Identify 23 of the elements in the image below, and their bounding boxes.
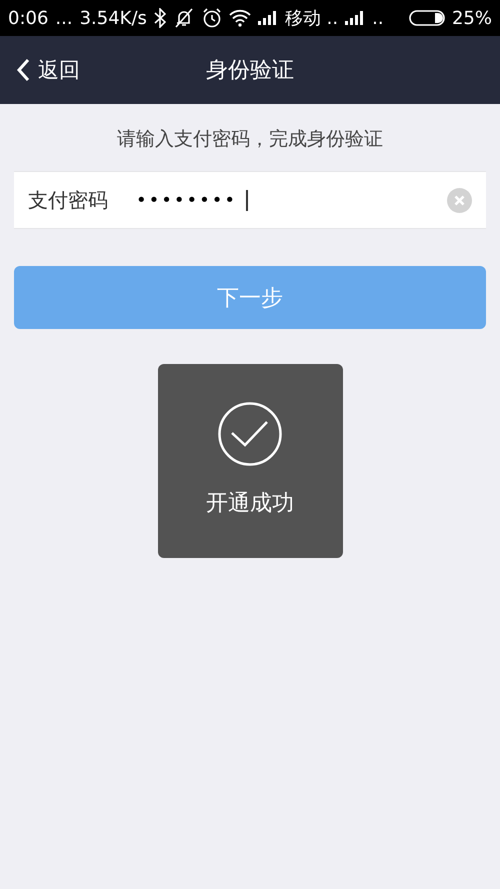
- bluetooth-icon: [154, 8, 166, 28]
- network-speed: 3.54K/s: [80, 8, 147, 28]
- battery-percent: 25%: [452, 8, 492, 28]
- signal-icon: [345, 11, 366, 25]
- password-input[interactable]: ••••••••: [136, 190, 248, 210]
- notification-dots: ...: [55, 8, 73, 28]
- instruction-text: 请输入支付密码，完成身份验证: [116, 127, 384, 152]
- check-circle-icon: [218, 402, 282, 466]
- wifi-icon: [228, 9, 251, 27]
- battery-icon: [408, 10, 445, 26]
- page-title: 身份验证: [206, 57, 294, 85]
- alarm-clock-icon: [202, 8, 222, 28]
- password-field[interactable]: 支付密码 ••••••••: [14, 171, 486, 229]
- clock: 0:06: [8, 8, 48, 28]
- back-button[interactable]: 返回: [16, 56, 80, 84]
- carrier-name: 移动 ..: [284, 7, 338, 30]
- field-label: 支付密码: [28, 186, 109, 214]
- muted-bell-icon: [172, 8, 195, 28]
- chevron-left-icon: [16, 58, 30, 82]
- carrier-dots: ..: [372, 8, 384, 28]
- toast-message: 开通成功: [206, 490, 294, 518]
- signal-icon: [258, 11, 278, 25]
- clear-icon[interactable]: [447, 188, 472, 212]
